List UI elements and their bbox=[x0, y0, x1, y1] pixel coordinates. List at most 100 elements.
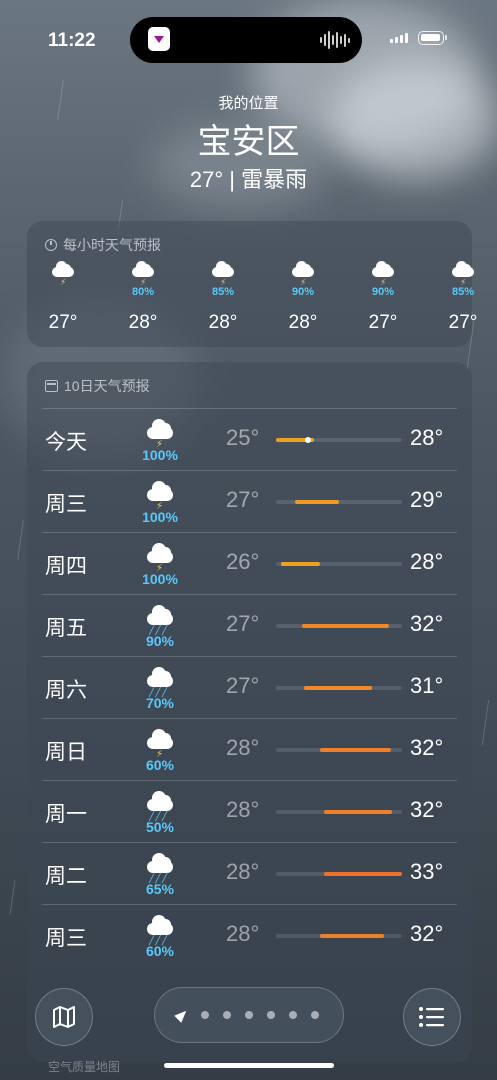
day-precip: 60% bbox=[145, 943, 175, 959]
day-high: 28° bbox=[410, 549, 444, 574]
day-name: 周一 bbox=[45, 803, 87, 826]
location-pager[interactable] bbox=[154, 987, 344, 1043]
hourly-precip bbox=[33, 286, 93, 300]
temp-range-track bbox=[276, 500, 402, 504]
day-name: 周五 bbox=[45, 617, 87, 640]
hourly-item: ⚡ 85% 27° bbox=[433, 261, 493, 334]
temp-range-track bbox=[276, 934, 402, 938]
temp-range-bar bbox=[294, 500, 339, 504]
daily-forecast-card[interactable]: 10日天气预报 今天 ⚡ 100% 25° 28° 周三 ⚡ 100% 27° 29° 周四 ⚡ 100… bbox=[27, 362, 472, 1062]
temp-range-bar bbox=[323, 872, 402, 876]
daily-row[interactable]: 周四 ⚡ 100% 26° 28° bbox=[42, 532, 457, 595]
hourly-item: ⚡ 27° bbox=[33, 261, 93, 334]
day-high: 28° bbox=[410, 425, 444, 450]
location-subtitle: 我的位置 bbox=[218, 95, 279, 112]
temp-range-bar bbox=[303, 686, 372, 690]
battery-icon bbox=[418, 31, 447, 45]
day-low: 27° bbox=[226, 611, 260, 636]
day-precip: 70% bbox=[145, 695, 175, 711]
temp-range-track bbox=[276, 624, 402, 628]
audio-wave-icon bbox=[320, 30, 350, 50]
list-icon bbox=[419, 1007, 444, 1027]
hourly-precip: 85% bbox=[211, 286, 235, 298]
hourly-temp: 27° bbox=[368, 312, 398, 333]
day-precip: 60% bbox=[145, 757, 175, 773]
daily-row[interactable]: 今天 ⚡ 100% 25° 28° bbox=[42, 408, 457, 471]
hourly-precip: 90% bbox=[371, 286, 395, 298]
day-precip: 100% bbox=[142, 509, 178, 525]
day-high: 32° bbox=[410, 735, 444, 760]
air-quality-map-label[interactable]: 空气质量地图 bbox=[48, 1058, 120, 1075]
cloud-bolt-rain-icon: ⚡ bbox=[142, 417, 178, 450]
day-low: 26° bbox=[226, 549, 260, 574]
cloud-bolt-rain-icon: ⚡ bbox=[128, 261, 158, 287]
day-low: 28° bbox=[226, 921, 260, 946]
day-high: 31° bbox=[410, 673, 444, 698]
day-low: 27° bbox=[226, 487, 260, 512]
temp-range-track bbox=[276, 437, 402, 443]
day-high: 33° bbox=[410, 859, 444, 884]
temp-range-track bbox=[276, 562, 402, 566]
city-list-button[interactable] bbox=[403, 988, 461, 1046]
day-precip: 65% bbox=[145, 881, 175, 897]
day-name: 今天 bbox=[45, 431, 87, 454]
temp-range-bar bbox=[320, 934, 385, 938]
daily-row[interactable]: 周一 ╱╱╱ 50% 28° 32° bbox=[42, 780, 457, 843]
hourly-temp: 27° bbox=[448, 312, 478, 333]
dynamic-island[interactable] bbox=[130, 17, 362, 63]
cloud-bolt-rain-icon: ⚡ bbox=[142, 541, 178, 574]
page-dot[interactable] bbox=[311, 1011, 319, 1019]
hourly-precip: 90% bbox=[291, 286, 315, 298]
page-dot[interactable] bbox=[289, 1011, 297, 1019]
cloud-bolt-rain-icon: ⚡ bbox=[208, 261, 238, 287]
hourly-item: ⚡ 90% 28° bbox=[273, 261, 333, 334]
day-precip: 50% bbox=[145, 819, 175, 835]
day-high: 32° bbox=[410, 611, 444, 636]
cloud-rain-icon: ╱╱╱ bbox=[142, 789, 178, 821]
day-low: 28° bbox=[226, 797, 260, 822]
day-name: 周日 bbox=[45, 741, 87, 764]
page-dot[interactable] bbox=[245, 1011, 253, 1019]
cloud-rain-icon: ╱╱╱ bbox=[142, 913, 178, 945]
hourly-temp: 28° bbox=[208, 312, 238, 333]
cloud-bolt-rain-icon: ⚡ bbox=[142, 727, 178, 760]
app-icon bbox=[148, 27, 170, 51]
map-button[interactable] bbox=[35, 988, 93, 1046]
daily-row[interactable]: 周三 ╱╱╱ 60% 28° 32° bbox=[42, 904, 457, 967]
cloud-bolt-rain-icon: ⚡ bbox=[288, 261, 318, 287]
cloud-bolt-rain-icon: ⚡ bbox=[142, 479, 178, 512]
daily-row[interactable]: 周日 ⚡ 60% 28° 32° bbox=[42, 718, 457, 781]
hourly-precip: 80% bbox=[131, 286, 155, 298]
temp-range-bar bbox=[323, 810, 392, 814]
page-dot[interactable] bbox=[267, 1011, 275, 1019]
temp-range-track bbox=[276, 872, 402, 876]
calendar-icon bbox=[45, 380, 58, 392]
hourly-temp: 27° bbox=[48, 312, 78, 333]
day-name: 周六 bbox=[45, 679, 87, 702]
daily-row[interactable]: 周五 ╱╱╱ 90% 27° 32° bbox=[42, 594, 457, 657]
hourly-temp: 28° bbox=[288, 312, 318, 333]
home-indicator[interactable] bbox=[164, 1063, 334, 1068]
day-precip: 100% bbox=[142, 447, 178, 463]
day-name: 周二 bbox=[45, 865, 87, 888]
status-time: 11:22 bbox=[48, 30, 96, 51]
daily-row[interactable]: 周二 ╱╱╱ 65% 28° 33° bbox=[42, 842, 457, 905]
day-low: 28° bbox=[226, 859, 260, 884]
daily-title: 10日天气预报 bbox=[64, 378, 150, 394]
location-arrow-icon bbox=[174, 1007, 190, 1023]
hourly-temp: 28° bbox=[128, 312, 158, 333]
daily-row[interactable]: 周六 ╱╱╱ 70% 27° 31° bbox=[42, 656, 457, 719]
cloud-rain-icon: ╱╱╱ bbox=[142, 603, 178, 635]
hourly-forecast-card[interactable]: 每小时天气预报 ⚡ 27° ⚡ 80% 28° ⚡ 85% 28° ⚡ 90% 28° ⚡ 90% 27°… bbox=[27, 221, 477, 347]
day-low: 25° bbox=[226, 425, 260, 450]
day-low: 27° bbox=[226, 673, 260, 698]
day-name: 周三 bbox=[45, 493, 87, 516]
daily-row[interactable]: 周三 ⚡ 100% 27° 29° bbox=[42, 470, 457, 533]
cloud-bolt-rain-icon: ⚡ bbox=[368, 261, 398, 287]
page-dot[interactable] bbox=[201, 1011, 209, 1019]
current-condition: 27° | 雷暴雨 bbox=[189, 167, 308, 192]
temp-range-bar bbox=[302, 624, 390, 628]
map-icon bbox=[53, 1006, 75, 1028]
day-high: 32° bbox=[410, 797, 444, 822]
page-dot[interactable] bbox=[223, 1011, 231, 1019]
